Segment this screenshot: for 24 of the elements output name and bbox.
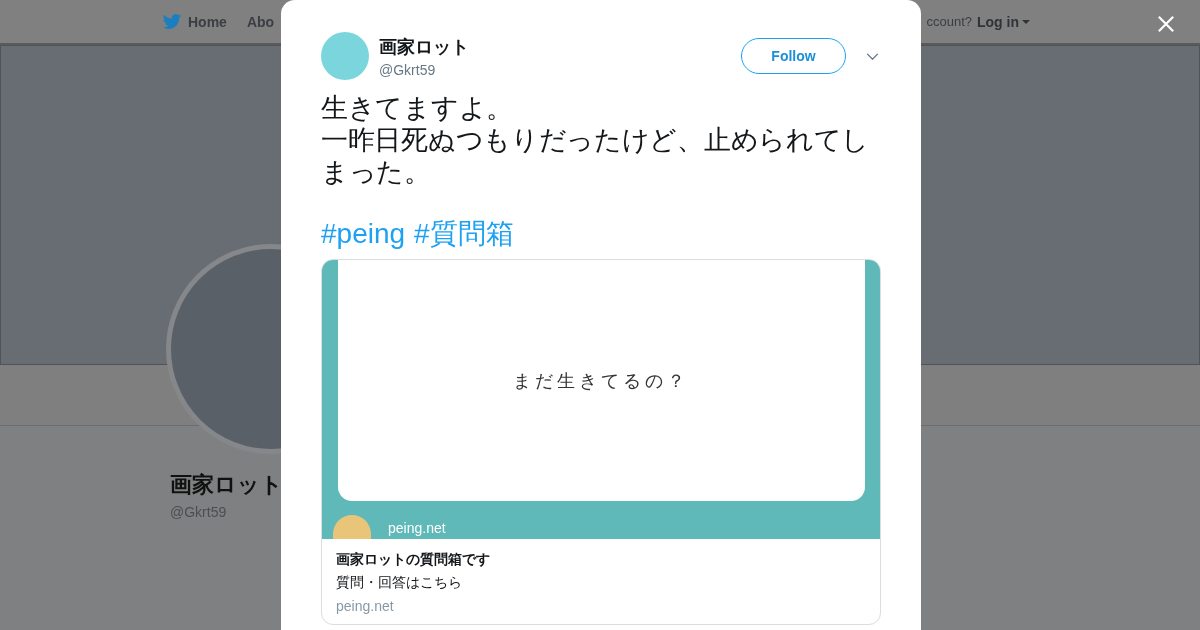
site-avatar: [333, 515, 371, 539]
nav-link[interactable]: Home: [162, 11, 227, 32]
author-name[interactable]: 画家ロット: [379, 34, 741, 59]
card-title: 画家ロットの質問箱です: [336, 551, 491, 569]
site-name: peing.net: [388, 520, 446, 536]
bird-icon: [162, 11, 182, 32]
tweet-text: 一昨日死ぬつもりだったけど、止められてしまった。: [321, 124, 870, 188]
nav-link[interactable]: Abo: [246, 11, 275, 32]
author-handle[interactable]: @Gkrt59: [379, 61, 741, 78]
profile-name: 画家ロット: [170, 471, 284, 499]
avatar: [321, 32, 369, 80]
hashtag-link[interactable]: #質問箱: [414, 217, 514, 251]
card-description: 質問・回答はこちら: [336, 574, 463, 592]
question-text: まだ生きてるの？: [513, 369, 689, 393]
tweet-text: 生きてますよ。: [321, 92, 514, 124]
hashtag-link[interactable]: #peing: [321, 217, 406, 251]
login-prompt: ccount?: [926, 14, 972, 29]
close-icon[interactable]: [1157, 15, 1175, 33]
follow-button[interactable]: Follow: [741, 38, 846, 74]
link-card[interactable]: まだ生きてるの？ peing.net 画家ロットの質問箱です 質問・回答はこちら peing.net: [321, 259, 881, 625]
chevron-icon[interactable]: [866, 52, 879, 60]
login-link[interactable]: Log in: [977, 13, 1019, 30]
caret-icon[interactable]: [1022, 19, 1030, 24]
card-domain: peing.net: [336, 598, 395, 614]
